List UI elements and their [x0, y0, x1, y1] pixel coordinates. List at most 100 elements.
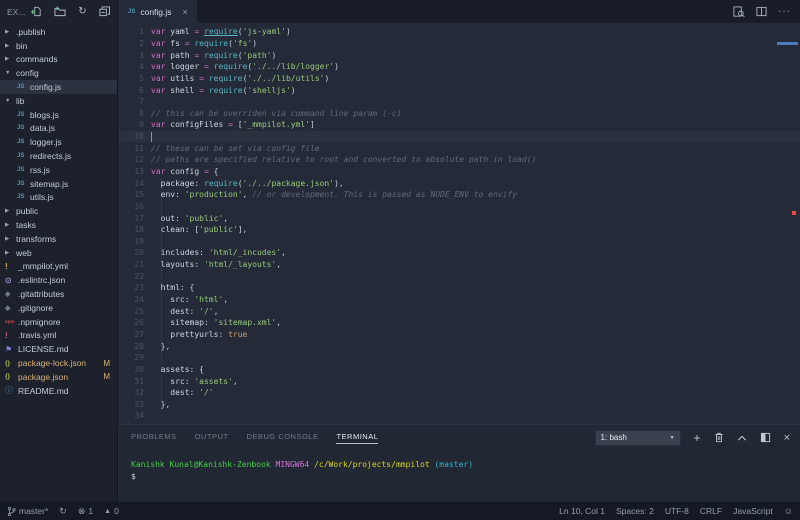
- tree-file-sitemap.js[interactable]: JS sitemap.js: [0, 177, 117, 191]
- code-editor[interactable]: 1 var yaml = require('js-yaml') 2 var fs = …: [119, 23, 800, 424]
- code-lines: 1 var yaml = require('js-yaml') 2 var fs = …: [119, 23, 800, 422]
- tree-folder-tasks[interactable]: ▶ tasks: [0, 218, 117, 232]
- status-utf-8[interactable]: UTF-8: [665, 506, 689, 516]
- tree-file-.npmignore[interactable]: npm .npmignore: [0, 315, 117, 329]
- tab-config-js[interactable]: JS config.js ×: [119, 0, 197, 23]
- code-token: 'html/_incudes': [208, 248, 282, 258]
- code-token: ,: [276, 260, 282, 270]
- status-ln-10-col-1[interactable]: Ln 10, Col 1: [559, 506, 605, 516]
- git-file-icon: ◆: [5, 304, 11, 312]
- tree-file-.travis.yml[interactable]: ! .travis.yml: [0, 329, 117, 343]
- tree-folder-config[interactable]: ▼ config: [0, 66, 117, 80]
- line-number: 13: [134, 167, 144, 176]
- split-editor-icon[interactable]: [756, 6, 767, 17]
- code-text: var logger = require('./../lib/logger'): [151, 62, 339, 71]
- npm-file-icon: npm: [5, 319, 15, 325]
- tree-file-blogs.js[interactable]: JS blogs.js: [0, 108, 117, 122]
- close-panel-icon[interactable]: ×: [784, 432, 790, 444]
- code-token: ,: [276, 318, 282, 328]
- code-token: 'production': [184, 190, 243, 200]
- tree-file-.gitattributes[interactable]: ◆ .gitattributes: [0, 287, 117, 301]
- code-token: // paths are specified relative to root …: [151, 155, 537, 165]
- tree-folder-transforms[interactable]: ▶ transforms: [0, 232, 117, 246]
- tree-file-logger.js[interactable]: JS logger.js: [0, 135, 117, 149]
- chevron-right-icon: ▶: [5, 28, 10, 35]
- maximize-panel-icon[interactable]: [737, 434, 747, 442]
- open-preview-icon[interactable]: [733, 5, 745, 18]
- tree-file-data.js[interactable]: JS data.js: [0, 122, 117, 136]
- status-spaces-2[interactable]: Spaces: 2: [616, 506, 654, 516]
- code-token: configFiles: [170, 120, 224, 130]
- code-line: 3 var path = require('path'): [119, 49, 800, 61]
- tree-file-redirects.js[interactable]: JS redirects.js: [0, 149, 117, 163]
- panel-tab-problems[interactable]: PROBLEMS: [131, 432, 177, 444]
- file-label: rss.js: [30, 164, 50, 175]
- tree-file-package.json[interactable]: {} package.json M: [0, 370, 117, 384]
- code-token: './../package.json': [242, 178, 335, 188]
- code-text: src: 'assets',: [151, 377, 237, 386]
- tab-close-icon[interactable]: ×: [183, 7, 188, 17]
- tree-file-utils.js[interactable]: JS utils.js: [0, 191, 117, 205]
- tree-file-config.js[interactable]: JS config.js: [0, 80, 117, 94]
- git-branch-item[interactable]: master*: [7, 506, 48, 517]
- license-file-icon: ⚑: [5, 344, 13, 354]
- panel-tab-output[interactable]: OUTPUT: [195, 432, 229, 444]
- tree-folder-commands[interactable]: ▶ commands: [0, 53, 117, 67]
- sync-icon: ↻: [59, 505, 67, 516]
- terminal-output[interactable]: Kanishk Kunal@Kanishk-Zenbook MINGW64 /c…: [119, 450, 800, 483]
- terminal-select[interactable]: 1: bash ▼: [594, 429, 681, 446]
- code-token: config: [170, 167, 200, 176]
- new-terminal-icon[interactable]: +: [694, 431, 701, 445]
- text-cursor: [151, 131, 152, 142]
- file-label: LICENSE.md: [18, 344, 69, 355]
- tree-folder-bin[interactable]: ▶ bin: [0, 39, 117, 53]
- code-token: :: [184, 295, 195, 305]
- tree-file-.eslintrc.json[interactable]: ⊙ .eslintrc.json: [0, 273, 117, 287]
- tree-folder-lib[interactable]: ▼ lib: [0, 94, 117, 108]
- file-label: README.md: [18, 385, 69, 396]
- status-javascript[interactable]: JavaScript: [733, 506, 773, 516]
- chevron-right-icon: ▶: [5, 235, 10, 242]
- code-text: var configFiles = ['_mmpilot.yml']: [151, 120, 315, 129]
- code-text: // this can be overriden via command lin…: [151, 109, 401, 118]
- new-file-icon[interactable]: [31, 6, 42, 17]
- refresh-icon[interactable]: ↻: [78, 6, 86, 17]
- code-line: 20 includes: 'html/_incudes',: [119, 247, 800, 259]
- collapse-all-icon[interactable]: [99, 6, 110, 17]
- line-number: 22: [134, 271, 144, 281]
- panel-tab-terminal[interactable]: TERMINAL: [336, 432, 379, 444]
- sync-item[interactable]: ↻: [59, 505, 67, 516]
- code-token: includes: [160, 248, 200, 258]
- file-label: package-lock.json: [18, 358, 87, 369]
- code-token: utils: [170, 73, 195, 83]
- kill-terminal-icon[interactable]: [714, 432, 724, 443]
- tree-file-LICENSE.md[interactable]: ⚑ LICENSE.md: [0, 342, 117, 356]
- status-crlf[interactable]: CRLF: [700, 506, 722, 516]
- git-file-icon: ◆: [5, 291, 11, 299]
- line-number: 25: [134, 306, 144, 316]
- js-file-icon: JS: [17, 84, 25, 91]
- tree-file-_mmpilot.yml[interactable]: ! _mmpilot.yml: [0, 260, 117, 274]
- tree-file-rss.js[interactable]: JS rss.js: [0, 163, 117, 177]
- feedback-smiley-icon[interactable]: ☺: [784, 506, 793, 516]
- chevron-right-icon: ▶: [5, 42, 10, 49]
- code-line: 12 // paths are specified relative to roo…: [119, 154, 800, 166]
- tree-folder-.publish[interactable]: ▶ .publish: [0, 25, 117, 39]
- warnings-item[interactable]: ▲ 0: [104, 506, 119, 516]
- file-label: .eslintrc.json: [18, 275, 66, 286]
- tree-file-README.md[interactable]: ⓘ README.md: [0, 384, 117, 398]
- code-token: require: [194, 38, 229, 48]
- more-actions-icon[interactable]: ···: [778, 6, 791, 17]
- new-folder-icon[interactable]: [54, 6, 66, 17]
- code-token: : {: [179, 283, 195, 293]
- panel-tab-debug-console[interactable]: DEBUG CONSOLE: [247, 432, 319, 444]
- tree-folder-web[interactable]: ▶ web: [0, 246, 117, 260]
- tree-folder-public[interactable]: ▶ public: [0, 204, 117, 218]
- split-panel-icon[interactable]: [760, 432, 771, 443]
- tree-file-package-lock.json[interactable]: {} package-lock.json M: [0, 356, 117, 370]
- errors-item[interactable]: ⊗ 1: [78, 506, 93, 516]
- tree-file-.gitignore[interactable]: ◆ .gitignore: [0, 301, 117, 315]
- code-token: layouts: [160, 260, 195, 270]
- code-line: 27 prettyurls: true: [119, 329, 800, 341]
